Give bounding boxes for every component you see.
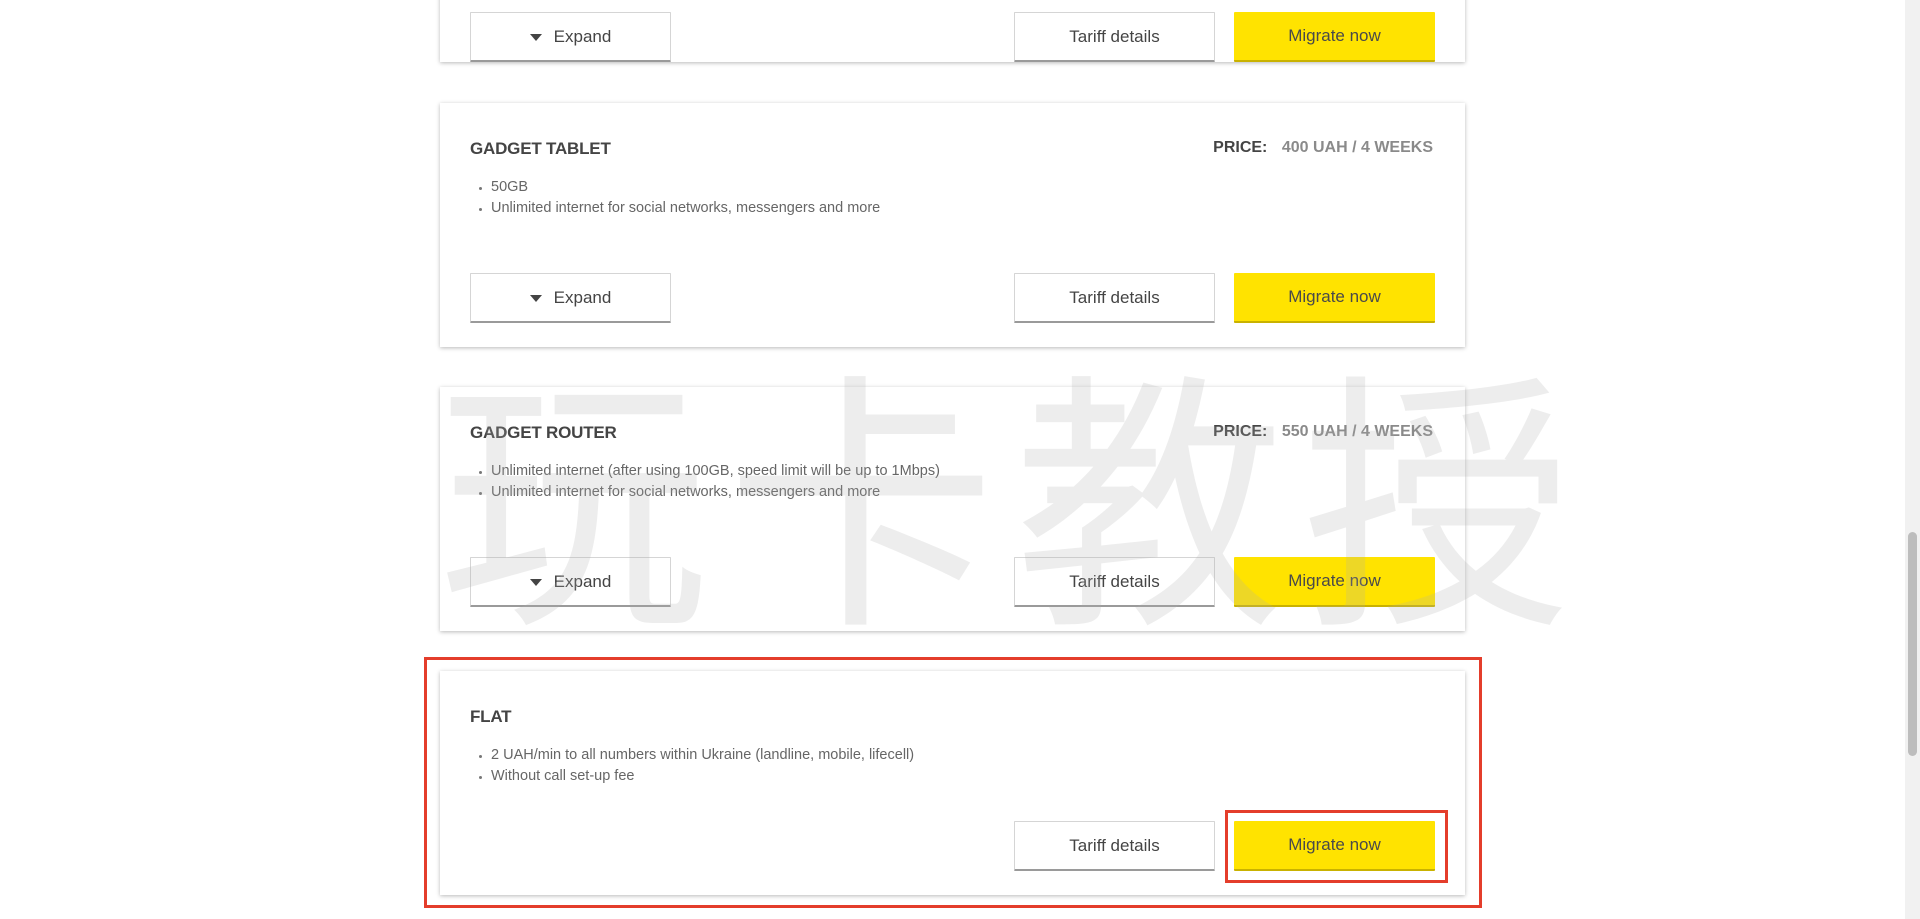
migrate-now-button[interactable]: Migrate now xyxy=(1234,557,1435,607)
expand-button[interactable]: Expand xyxy=(470,273,671,323)
caret-down-icon xyxy=(529,34,542,41)
migrate-now-button[interactable]: Migrate now xyxy=(1234,821,1435,871)
price-label: PRICE: xyxy=(1213,139,1268,156)
feature-item: 50GB xyxy=(491,177,880,198)
tariff-details-button[interactable]: Tariff details xyxy=(1014,821,1215,871)
tariff-card-gadget-tablet: GADGET TABLET PRICE: 400 UAH / 4 WEEKS 5… xyxy=(440,103,1465,347)
tariff-details-button[interactable]: Tariff details xyxy=(1014,557,1215,607)
tariff-title: GADGET TABLET xyxy=(470,139,611,158)
migrate-now-button[interactable]: Migrate now xyxy=(1234,12,1435,62)
caret-down-icon xyxy=(529,579,542,586)
tariff-card-partial: Expand Tariff details Migrate now xyxy=(440,0,1465,62)
price-value: 550 UAH / 4 WEEKS xyxy=(1281,423,1433,440)
price-value: 400 UAH / 4 WEEKS xyxy=(1281,139,1433,156)
scrollbar-thumb[interactable] xyxy=(1908,532,1917,756)
feature-item: Unlimited internet for social networks, … xyxy=(491,482,940,503)
tariff-title: GADGET ROUTER xyxy=(470,423,617,442)
tariff-price: PRICE: 400 UAH / 4 WEEKS xyxy=(1213,139,1433,157)
tariff-list-page: Expand Tariff details Migrate now GADGET… xyxy=(0,0,1920,919)
tariff-title: FLAT xyxy=(470,707,512,726)
caret-down-icon xyxy=(529,295,542,302)
feature-list: 50GB Unlimited internet for social netwo… xyxy=(470,177,880,219)
feature-list: Unlimited internet (after using 100GB, s… xyxy=(470,461,940,503)
expand-button[interactable]: Expand xyxy=(470,557,671,607)
tariff-card-flat: FLAT 2 UAH/min to all numbers within Ukr… xyxy=(440,671,1465,895)
tariff-card-gadget-router: GADGET ROUTER PRICE: 550 UAH / 4 WEEKS U… xyxy=(440,387,1465,631)
feature-item: 2 UAH/min to all numbers within Ukraine … xyxy=(491,745,914,766)
page-scrollbar[interactable] xyxy=(1905,0,1920,919)
feature-list: 2 UAH/min to all numbers within Ukraine … xyxy=(470,745,914,787)
expand-button[interactable]: Expand xyxy=(470,12,671,62)
feature-item: Unlimited internet for social networks, … xyxy=(491,198,880,219)
price-label: PRICE: xyxy=(1213,423,1268,440)
tariff-details-button[interactable]: Tariff details xyxy=(1014,12,1215,62)
migrate-now-button[interactable]: Migrate now xyxy=(1234,273,1435,323)
feature-item: Unlimited internet (after using 100GB, s… xyxy=(491,461,940,482)
feature-item: Without call set-up fee xyxy=(491,766,914,787)
tariff-price: PRICE: 550 UAH / 4 WEEKS xyxy=(1213,423,1433,441)
tariff-details-button[interactable]: Tariff details xyxy=(1014,273,1215,323)
